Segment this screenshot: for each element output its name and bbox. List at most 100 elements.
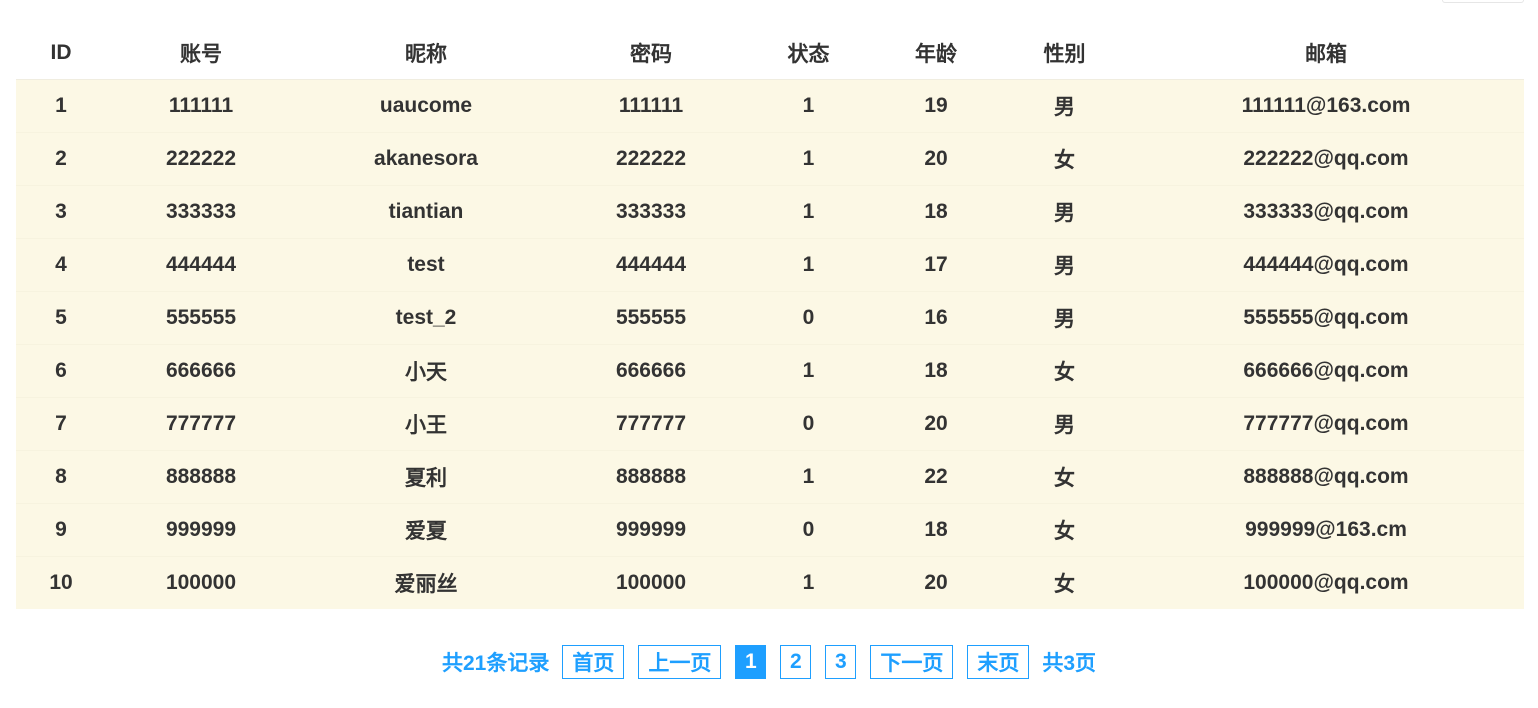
cell-account: 333333 <box>106 185 296 239</box>
cell-gender: 男 <box>1001 238 1128 292</box>
cell-age: 20 <box>871 132 1001 186</box>
cell-id: 10 <box>16 556 106 609</box>
cell-nickname: tiantian <box>296 185 556 239</box>
cell-id: 8 <box>16 450 106 504</box>
header-password: 密码 <box>556 26 746 80</box>
cell-nickname: 小王 <box>296 397 556 451</box>
cell-email: 444444@qq.com <box>1128 238 1524 292</box>
cell-email: 100000@qq.com <box>1128 556 1524 609</box>
cell-nickname: test_2 <box>296 291 556 345</box>
table-body: 1 111111 uaucome 111111 1 19 男 111111@163.com 2 2… <box>16 79 1524 609</box>
page-3-button[interactable]: 3 <box>825 645 857 679</box>
cell-password: 888888 <box>556 450 746 504</box>
cell-status: 0 <box>746 291 871 345</box>
cell-status: 1 <box>746 450 871 504</box>
cell-nickname: 爱丽丝 <box>296 556 556 609</box>
cell-id: 1 <box>16 79 106 133</box>
cell-status: 0 <box>746 397 871 451</box>
cell-account: 111111 <box>106 79 296 133</box>
cell-status: 1 <box>746 344 871 398</box>
header-status: 状态 <box>746 26 871 80</box>
cell-id: 9 <box>16 503 106 557</box>
cell-gender: 女 <box>1001 556 1128 609</box>
cell-email: 666666@qq.com <box>1128 344 1524 398</box>
cell-password: 666666 <box>556 344 746 398</box>
table-row: 3 333333 tiantian 333333 1 18 男 333333@qq.com <box>16 185 1524 239</box>
cell-nickname: 小天 <box>296 344 556 398</box>
total-pages-label: 共3页 <box>1042 652 1097 675</box>
cell-gender: 女 <box>1001 450 1128 504</box>
cell-status: 1 <box>746 556 871 609</box>
page-2-button[interactable]: 2 <box>780 645 812 679</box>
cell-nickname: test <box>296 238 556 292</box>
cell-account: 999999 <box>106 503 296 557</box>
next-page-button[interactable]: 下一页 <box>870 645 954 679</box>
table-row: 8 888888 夏利 888888 1 22 女 888888@qq.com <box>16 450 1524 504</box>
cell-password: 333333 <box>556 185 746 239</box>
cell-id: 4 <box>16 238 106 292</box>
cell-age: 18 <box>871 344 1001 398</box>
cell-status: 1 <box>746 79 871 133</box>
header-email: 邮箱 <box>1128 26 1524 80</box>
cell-id: 7 <box>16 397 106 451</box>
cell-password: 111111 <box>556 79 746 133</box>
cell-gender: 男 <box>1001 397 1128 451</box>
last-page-button[interactable]: 末页 <box>967 645 1030 679</box>
table-row: 1 111111 uaucome 111111 1 19 男 111111@163.com <box>16 79 1524 133</box>
table-row: 6 666666 小天 666666 1 18 女 666666@qq.com <box>16 344 1524 398</box>
corner-tab[interactable] <box>1442 0 1524 3</box>
pagination: 共21条记录 首页 上一页 1 2 3 下一页 末页 共3页 <box>0 644 1538 680</box>
header-id: ID <box>16 26 106 80</box>
cell-password: 444444 <box>556 238 746 292</box>
first-page-button[interactable]: 首页 <box>562 645 625 679</box>
cell-age: 19 <box>871 79 1001 133</box>
cell-age: 22 <box>871 450 1001 504</box>
table-row: 10 100000 爱丽丝 100000 1 20 女 100000@qq.com <box>16 556 1524 609</box>
cell-age: 18 <box>871 185 1001 239</box>
cell-nickname: 爱夏 <box>296 503 556 557</box>
cell-account: 100000 <box>106 556 296 609</box>
header-nickname: 昵称 <box>296 26 556 80</box>
cell-account: 222222 <box>106 132 296 186</box>
cell-email: 555555@qq.com <box>1128 291 1524 345</box>
header-account: 账号 <box>106 26 296 80</box>
cell-gender: 男 <box>1001 185 1128 239</box>
cell-age: 18 <box>871 503 1001 557</box>
cell-gender: 男 <box>1001 79 1128 133</box>
prev-page-button[interactable]: 上一页 <box>638 645 722 679</box>
cell-status: 0 <box>746 503 871 557</box>
cell-account: 888888 <box>106 450 296 504</box>
cell-id: 3 <box>16 185 106 239</box>
cell-gender: 女 <box>1001 132 1128 186</box>
cell-age: 20 <box>871 397 1001 451</box>
cell-status: 1 <box>746 132 871 186</box>
cell-email: 888888@qq.com <box>1128 450 1524 504</box>
cell-email: 999999@163.cm <box>1128 503 1524 557</box>
cell-email: 222222@qq.com <box>1128 132 1524 186</box>
table-header-row: ID 账号 昵称 密码 状态 年龄 性别 邮箱 <box>16 26 1524 80</box>
cell-status: 1 <box>746 185 871 239</box>
cell-nickname: akanesora <box>296 132 556 186</box>
header-age: 年龄 <box>871 26 1001 80</box>
cell-password: 777777 <box>556 397 746 451</box>
cell-account: 666666 <box>106 344 296 398</box>
cell-age: 16 <box>871 291 1001 345</box>
page-1-button[interactable]: 1 <box>735 645 767 679</box>
cell-gender: 女 <box>1001 503 1128 557</box>
total-records-label: 共21条记录 <box>441 652 550 675</box>
cell-nickname: uaucome <box>296 79 556 133</box>
cell-email: 777777@qq.com <box>1128 397 1524 451</box>
table-row: 9 999999 爱夏 999999 0 18 女 999999@163.cm <box>16 503 1524 557</box>
cell-gender: 女 <box>1001 344 1128 398</box>
table-row: 7 777777 小王 777777 0 20 男 777777@qq.com <box>16 397 1524 451</box>
cell-password: 555555 <box>556 291 746 345</box>
cell-age: 20 <box>871 556 1001 609</box>
table-row: 5 555555 test_2 555555 0 16 男 555555@qq.com <box>16 291 1524 345</box>
header-gender: 性别 <box>1001 26 1128 80</box>
cell-password: 999999 <box>556 503 746 557</box>
table-row: 4 444444 test 444444 1 17 男 444444@qq.com <box>16 238 1524 292</box>
cell-nickname: 夏利 <box>296 450 556 504</box>
cell-id: 2 <box>16 132 106 186</box>
cell-email: 333333@qq.com <box>1128 185 1524 239</box>
cell-id: 6 <box>16 344 106 398</box>
